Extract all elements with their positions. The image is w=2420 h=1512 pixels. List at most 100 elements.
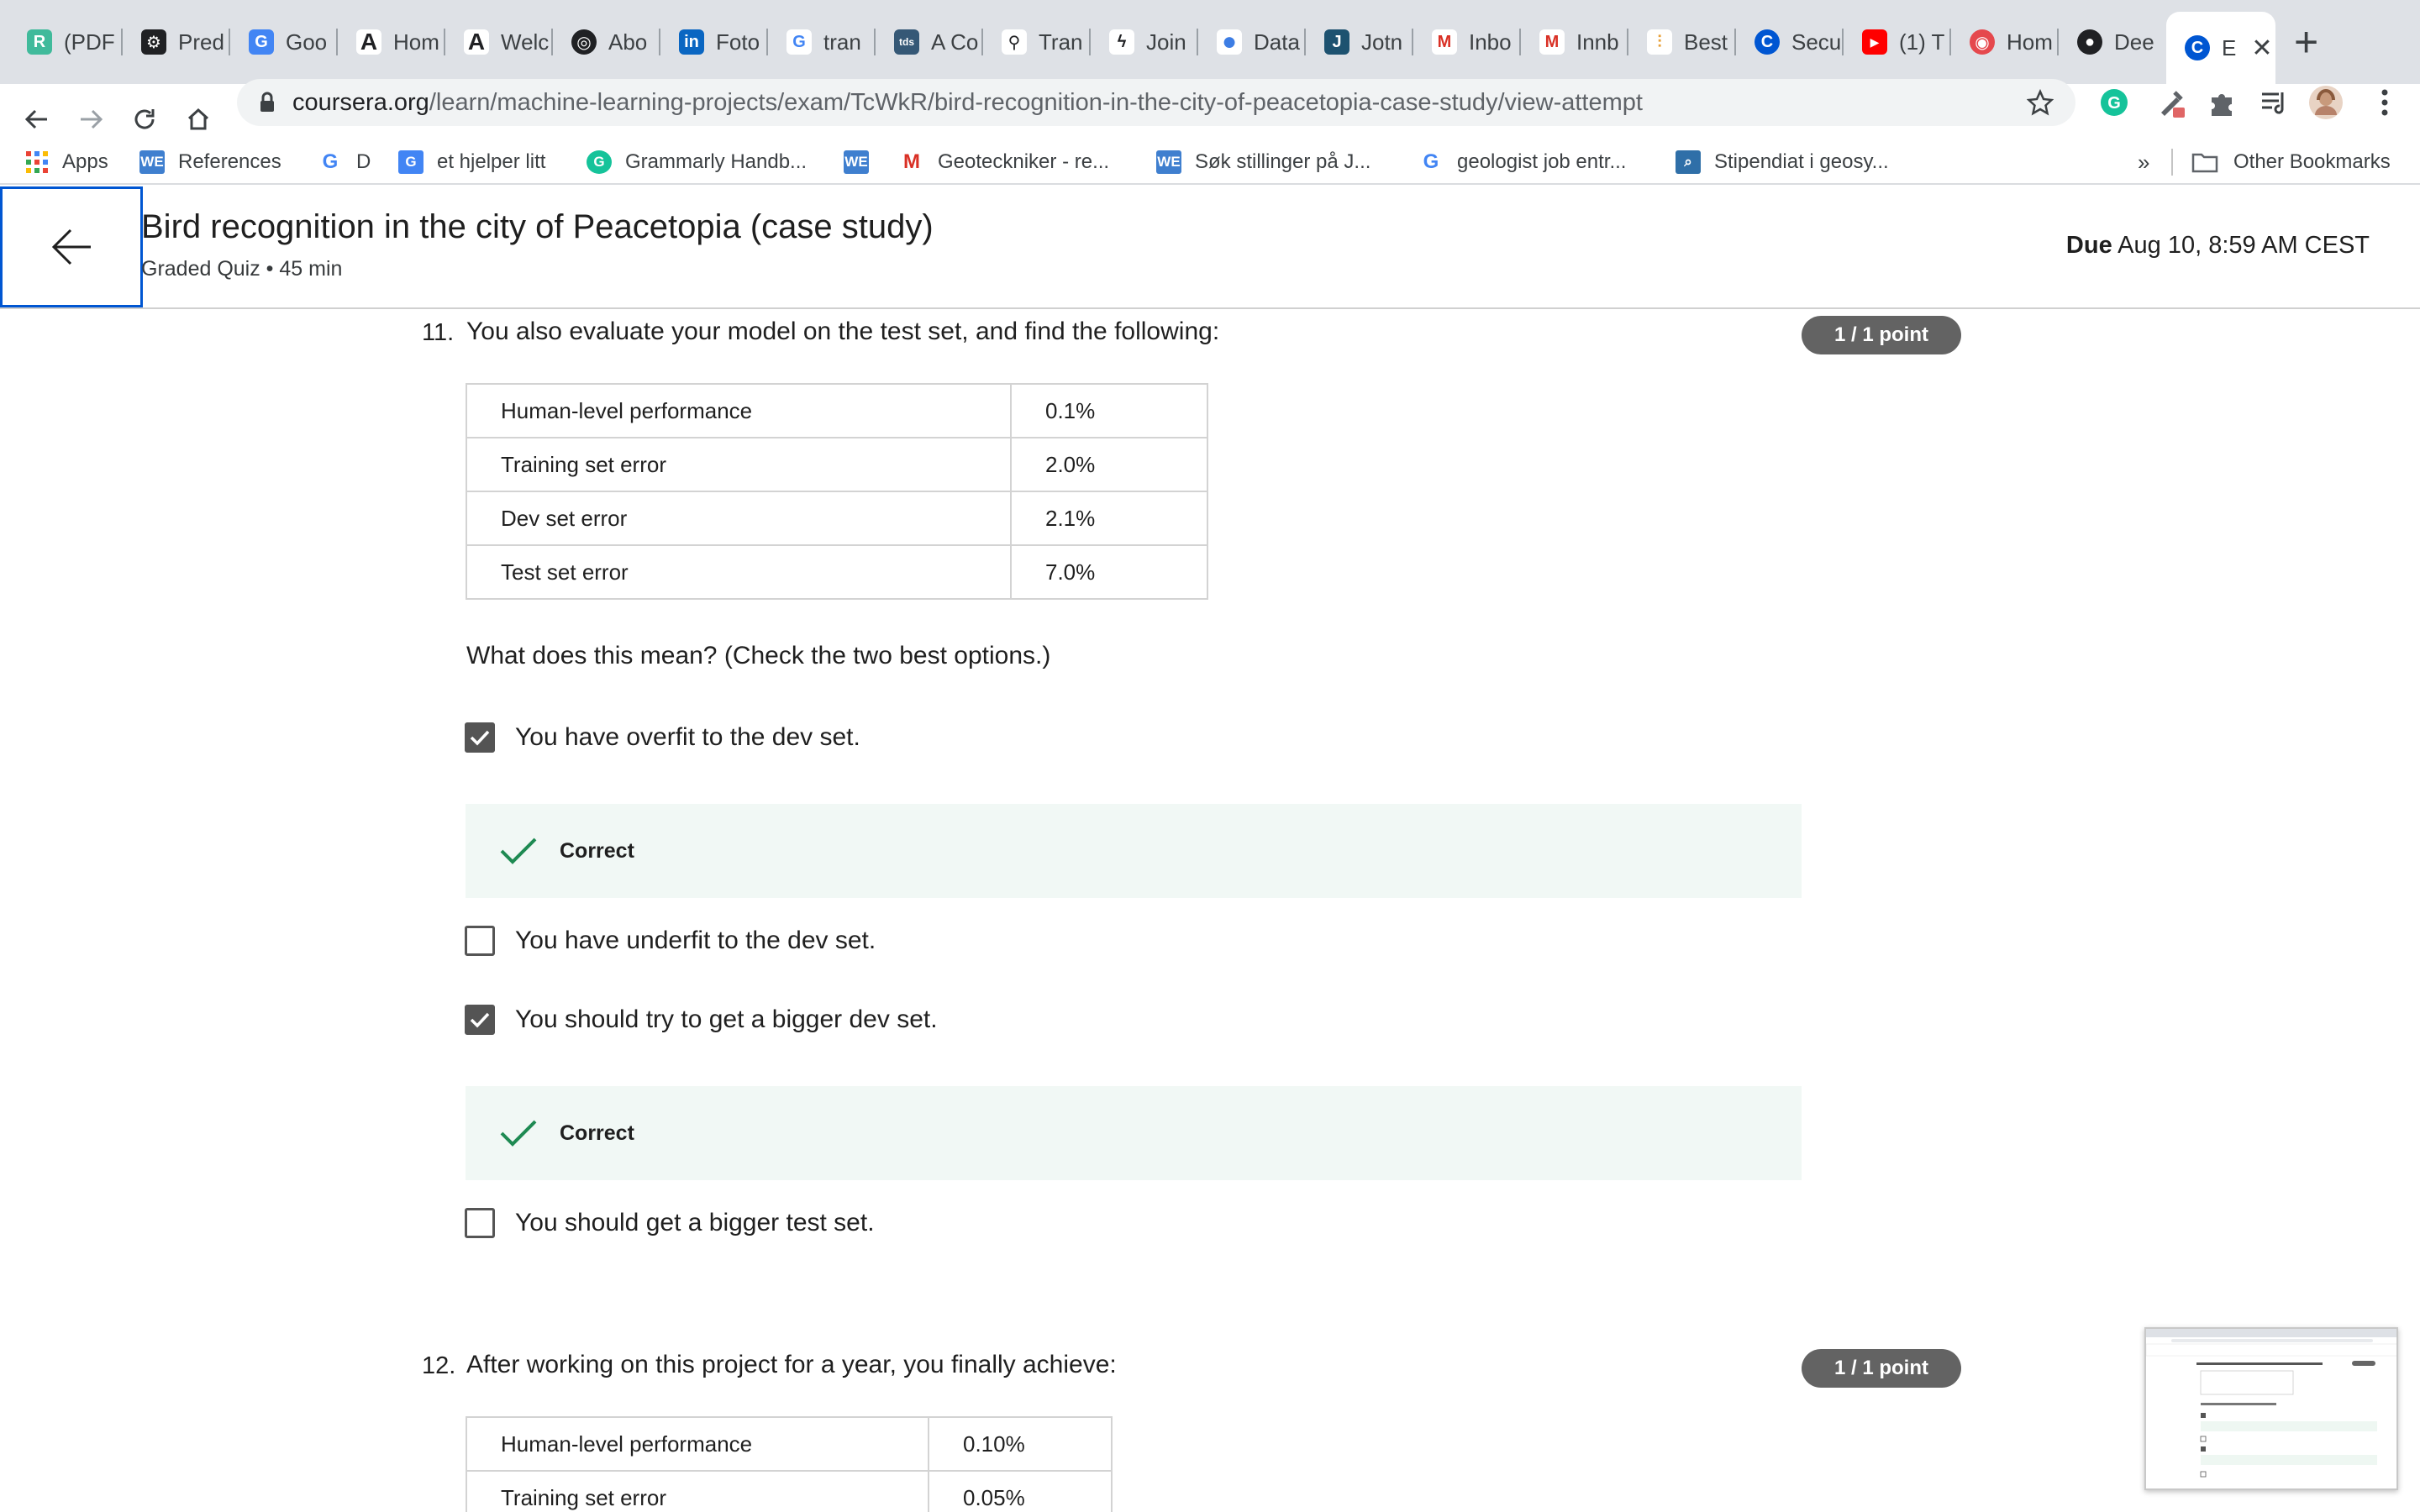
checkmark-icon xyxy=(500,837,537,864)
table-row: Human-level performance 0.10% xyxy=(466,1416,1113,1472)
browser-tab[interactable]: ● Data xyxy=(1198,20,1306,64)
tds-icon: tds xyxy=(894,29,919,55)
answer-option[interactable]: You have overfit to the dev set. xyxy=(465,721,860,754)
close-icon[interactable]: ✕ xyxy=(2251,34,2272,63)
forward-button[interactable] xyxy=(69,97,113,141)
new-tab-button[interactable]: + xyxy=(2294,18,2318,66)
browser-tab[interactable]: ● Dee xyxy=(2059,20,2166,64)
url-host: coursera.org xyxy=(292,88,429,116)
checkbox-checked[interactable] xyxy=(465,722,495,753)
gear-icon: ⚙ xyxy=(141,29,166,55)
researchgate-icon: R xyxy=(27,29,52,55)
tab-label: Data xyxy=(1254,29,1300,55)
table-row: Training set error 2.0% xyxy=(466,437,1208,492)
bookmark-geologist[interactable]: G geologist job entr... xyxy=(1418,146,1627,178)
option-text: You should get a bigger test set. xyxy=(515,1209,875,1236)
grammarly-icon: G xyxy=(587,150,612,174)
browser-tab[interactable]: M Inbo xyxy=(1413,20,1521,64)
tab-label: A Co xyxy=(931,29,979,55)
table-cell-label: Test set error xyxy=(466,544,1012,600)
tab-label: E xyxy=(2222,34,2237,60)
puzzle-icon[interactable] xyxy=(2203,84,2240,121)
gmail-icon: M xyxy=(903,150,920,173)
coursera-icon: C xyxy=(2185,35,2210,60)
bookmark-apps[interactable]: Apps xyxy=(25,146,108,178)
browser-tab[interactable]: A Hom xyxy=(338,20,445,64)
browser-tab[interactable]: in Foto xyxy=(660,20,768,64)
search-icon: ⌕ xyxy=(1676,150,1701,174)
browser-tab[interactable]: ⚙ Pred xyxy=(123,20,230,64)
tab-label: Jotn xyxy=(1361,29,1403,55)
browser-tab[interactable]: ⚲ Tran xyxy=(983,20,1091,64)
bookmark-we[interactable]: WE xyxy=(844,146,882,178)
browser-tab-active[interactable]: C E ✕ xyxy=(2166,12,2275,84)
bookmark-grammarly[interactable]: G Grammarly Handb... xyxy=(587,146,807,178)
bookmark-stipendiat[interactable]: ⌕ Stipendiat i geosy... xyxy=(1676,146,1889,178)
bookmark-geoteckniker[interactable]: M Geoteckniker - re... xyxy=(899,146,1109,178)
bookmark-label: References xyxy=(178,150,281,173)
we-icon: WE xyxy=(844,150,869,174)
screenshot-thumbnail[interactable] xyxy=(2144,1327,2398,1490)
tab-label: Foto xyxy=(716,29,760,55)
bookmark-d[interactable]: G D xyxy=(318,146,371,178)
answer-option[interactable]: You should try to get a bigger dev set. xyxy=(465,1003,938,1037)
reload-button[interactable] xyxy=(123,97,166,141)
menu-icon[interactable] xyxy=(2366,84,2403,121)
grammarly-icon[interactable]: G xyxy=(2096,84,2133,121)
table-cell-value: 7.0% xyxy=(1010,544,1208,600)
browser-tab[interactable]: M Innb xyxy=(1521,20,1628,64)
answer-option[interactable]: You have underfit to the dev set. xyxy=(465,924,876,958)
tab-label: Welc xyxy=(501,29,550,55)
back-to-course-button[interactable] xyxy=(0,186,143,307)
chart-icon: ⫶ xyxy=(1647,29,1672,55)
checkbox-unchecked[interactable] xyxy=(465,926,495,956)
apps-grid-icon xyxy=(26,151,48,173)
browser-tab[interactable]: C Secu xyxy=(1736,20,1844,64)
bookmark-label: Other Bookmarks xyxy=(2233,150,2391,173)
browser-tab[interactable]: ◉ Hom xyxy=(1951,20,2059,64)
google-icon: G xyxy=(1423,150,1439,173)
tab-label: Secu xyxy=(1791,29,1842,55)
bookmark-sok-stillinger[interactable]: WE Søk stillinger på J... xyxy=(1156,146,1370,178)
address-bar[interactable]: coursera.org/learn/machine-learning-proj… xyxy=(237,79,2075,126)
other-bookmarks[interactable]: Other Bookmarks xyxy=(2191,146,2391,178)
home-button[interactable] xyxy=(176,97,220,141)
browser-tab[interactable]: J Jotn xyxy=(1306,20,1413,64)
answer-option[interactable]: You should get a bigger test set. xyxy=(465,1206,875,1240)
results-table: Human-level performance 0.10% Training s… xyxy=(466,1416,1113,1512)
points-badge: 1 / 1 point xyxy=(1802,1349,1961,1388)
tab-label: Tran xyxy=(1039,29,1083,55)
tab-label: Abo xyxy=(608,29,648,55)
anthropic-icon: A xyxy=(464,29,489,55)
browser-tab[interactable]: R (PDF xyxy=(8,20,123,64)
svg-text:G: G xyxy=(2107,94,2121,113)
bookmark-references[interactable]: WE References xyxy=(139,146,281,178)
table-cell-value: 0.1% xyxy=(1010,383,1208,438)
browser-tab[interactable]: ⫶ Best xyxy=(1628,20,1736,64)
avatar[interactable] xyxy=(2307,84,2344,121)
browser-tab[interactable]: ◎ Abo xyxy=(553,20,660,64)
linkedin-icon: in xyxy=(679,29,704,55)
google-translate-icon: G xyxy=(398,150,424,174)
browser-tab[interactable]: G Goo xyxy=(230,20,338,64)
checkbox-unchecked[interactable] xyxy=(465,1208,495,1238)
question-number: 11. xyxy=(422,319,455,346)
table-row: Dev set error 2.1% xyxy=(466,491,1208,546)
thumbnail-preview xyxy=(2146,1329,2396,1478)
bookmarks-overflow[interactable]: » xyxy=(2138,146,2149,178)
tab-strip: R (PDF ⚙ Pred G Goo A Hom A Welc ◎ Abo i… xyxy=(0,0,2420,84)
star-icon[interactable] xyxy=(2027,89,2054,116)
browser-tab[interactable]: G tran xyxy=(768,20,876,64)
browser-tab[interactable]: tds A Co xyxy=(876,20,983,64)
table-cell-label: Dev set error xyxy=(466,491,1012,546)
checkbox-checked[interactable] xyxy=(465,1005,495,1035)
browser-tab[interactable]: A Welc xyxy=(445,20,553,64)
google-translate-icon: G xyxy=(249,29,274,55)
bookmark-translate[interactable]: G et hjelper litt xyxy=(398,146,545,178)
browser-tab[interactable]: ▶ (1) T xyxy=(1844,20,1951,64)
back-button[interactable] xyxy=(15,97,59,141)
option-text: You have underfit to the dev set. xyxy=(515,927,876,954)
reading-list-icon[interactable] xyxy=(2255,84,2292,121)
browser-tab[interactable]: ϟ Join xyxy=(1091,20,1198,64)
eyedropper-extension-icon[interactable] xyxy=(2153,84,2190,121)
